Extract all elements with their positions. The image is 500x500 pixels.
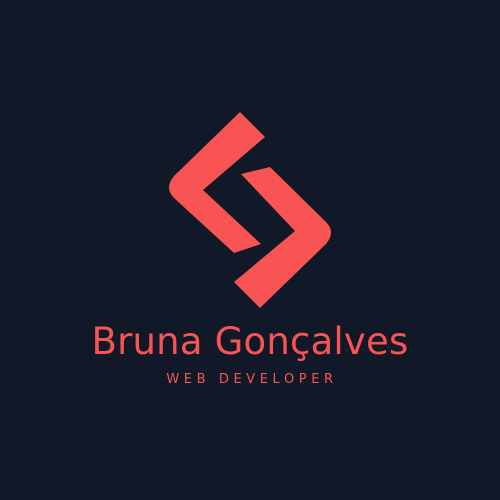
chevron-code-icon <box>164 112 336 308</box>
brand-tagline: WEB DEVELOPER <box>166 372 338 387</box>
logo-canvas: { "brand": { "name": "Bruna Gonçalves", … <box>0 0 500 500</box>
brand-name: Bruna Gonçalves <box>91 320 409 363</box>
